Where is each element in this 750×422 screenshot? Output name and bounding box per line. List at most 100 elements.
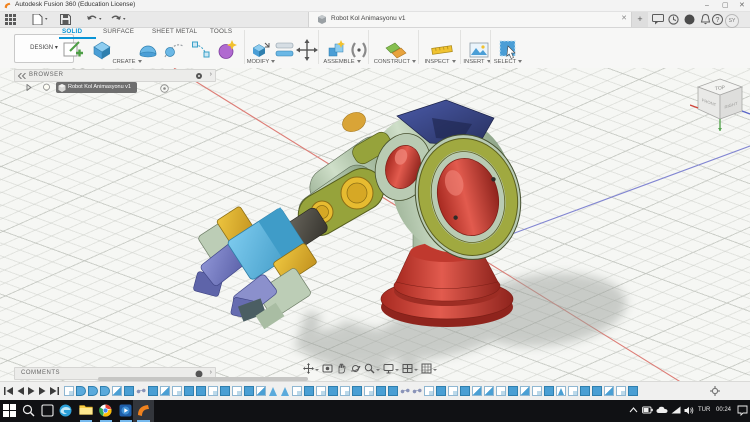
browser-root-item[interactable]: Robot Kol Animasyonu v1	[56, 82, 137, 93]
timeline-feature-loft[interactable]	[520, 385, 530, 396]
tab-surface[interactable]: SURFACE	[103, 28, 134, 35]
timeline-feature-loft[interactable]	[160, 385, 170, 396]
maximize-button[interactable]: ▢	[722, 1, 729, 10]
viewport-canvas[interactable]: TOP FRONT RIGHT	[0, 68, 750, 381]
language-indicator[interactable]: TUR	[698, 407, 710, 413]
shell-icon[interactable]	[274, 39, 296, 61]
new-file-icon[interactable]	[32, 14, 48, 25]
timeline-feature-extrude[interactable]	[184, 385, 194, 396]
revolve-icon[interactable]	[136, 39, 160, 61]
timeline-feature-sketch[interactable]	[340, 385, 350, 396]
zoom-icon[interactable]	[364, 361, 380, 379]
timeline-feature-tri[interactable]	[280, 386, 290, 396]
insert-image-icon[interactable]	[468, 39, 490, 61]
save-icon[interactable]	[60, 14, 71, 25]
timeline-feature-extrude[interactable]	[460, 385, 470, 396]
timeline-feature-loft[interactable]	[484, 385, 494, 396]
construct-plane-icon[interactable]	[384, 39, 408, 61]
action-center-icon[interactable]	[737, 405, 748, 416]
apps-grid-icon[interactable]	[5, 14, 16, 25]
timeline-feature-loft[interactable]	[472, 385, 482, 396]
new-component-icon[interactable]	[326, 39, 348, 61]
move-icon[interactable]	[296, 39, 318, 61]
timeline-feature-extrude[interactable]	[508, 385, 518, 396]
timeline-feature-extrude[interactable]	[352, 385, 362, 396]
chrome-icon[interactable]	[99, 404, 112, 417]
clock[interactable]: 00:24	[716, 407, 731, 413]
timeline-feature-joint[interactable]	[136, 385, 146, 396]
timeline-feature-tri[interactable]	[268, 386, 278, 396]
media-player-icon[interactable]	[119, 404, 132, 417]
timeline-feature-sketch[interactable]	[616, 385, 626, 396]
group-modify[interactable]: MODIFY	[226, 59, 296, 65]
timeline-feature-extrude[interactable]	[196, 385, 206, 396]
robot-arm-model[interactable]	[0, 68, 750, 381]
help-icon[interactable]: ?	[712, 14, 723, 25]
timeline-feature-extrude[interactable]	[244, 385, 254, 396]
tab-tools[interactable]: TOOLS	[210, 28, 232, 35]
pipe-icon[interactable]	[190, 39, 212, 61]
timeline-features[interactable]	[64, 385, 638, 396]
expand-node-icon[interactable]	[26, 83, 32, 92]
chevron-up-icon[interactable]	[629, 407, 638, 413]
search-icon[interactable]	[22, 404, 35, 417]
viewports-icon[interactable]	[402, 361, 418, 379]
timeline-feature-sketch[interactable]	[64, 385, 74, 396]
close-button[interactable]: ✕	[739, 1, 745, 10]
feedback-icon[interactable]	[652, 14, 664, 25]
timeline-feature-loft[interactable]	[112, 385, 122, 396]
document-tab[interactable]: Robot Kol Animasyonu v1 ✕	[308, 12, 632, 27]
close-tab-icon[interactable]: ✕	[621, 14, 627, 22]
timeline-feature-revolve[interactable]	[100, 385, 110, 396]
timeline-feature-sketch[interactable]	[232, 385, 242, 396]
edge-icon[interactable]	[59, 404, 72, 417]
timeline-playback-controls[interactable]	[4, 386, 60, 396]
timeline-feature-sketch[interactable]	[172, 385, 182, 396]
expand-panel-icon[interactable]: ›	[210, 71, 212, 78]
tab-solid[interactable]: SOLID	[62, 28, 82, 35]
joint-icon[interactable]	[348, 39, 370, 61]
sweep-icon[interactable]	[162, 39, 186, 61]
fit-view-icon[interactable]	[322, 361, 333, 379]
bell-icon[interactable]	[700, 14, 711, 25]
file-explorer-icon[interactable]	[79, 404, 93, 416]
radio-marker-icon[interactable]	[160, 84, 169, 93]
timeline-feature-extrude[interactable]	[220, 385, 230, 396]
timeline-feature-sketch[interactable]	[364, 385, 374, 396]
gear-icon[interactable]	[195, 72, 203, 80]
timeline-feature-extrude[interactable]	[124, 385, 134, 396]
orbit-icon[interactable]	[350, 361, 361, 379]
collapse-panel-icon[interactable]	[18, 72, 26, 79]
network-icon[interactable]	[671, 406, 681, 414]
timeline-feature-sketch[interactable]	[424, 385, 434, 396]
new-tab-button[interactable]: +	[632, 12, 648, 27]
create-sketch-icon[interactable]	[62, 39, 84, 61]
view-cube[interactable]: TOP FRONT RIGHT	[690, 73, 750, 135]
cloud-icon[interactable]	[656, 406, 668, 414]
display-settings-icon[interactable]	[383, 361, 399, 379]
task-view-icon[interactable]	[41, 404, 54, 417]
select-icon[interactable]	[498, 39, 520, 61]
hand-pan-icon[interactable]	[336, 361, 347, 379]
redo-icon[interactable]	[110, 14, 126, 25]
timeline-feature-revolve[interactable]	[76, 385, 86, 396]
timeline-feature-extrude[interactable]	[544, 385, 554, 396]
timeline-feature-joint[interactable]	[412, 385, 422, 396]
minimize-button[interactable]: –	[705, 1, 709, 10]
notification-dot-icon[interactable]	[684, 14, 695, 25]
undo-icon[interactable]	[86, 14, 102, 25]
group-select[interactable]: SELECT	[473, 59, 543, 65]
grid-settings-icon[interactable]	[421, 361, 437, 379]
timeline-feature-extrude[interactable]	[376, 385, 386, 396]
battery-icon[interactable]	[642, 406, 653, 414]
timeline-feature-extrude[interactable]	[436, 385, 446, 396]
fusion-360-icon[interactable]	[137, 404, 150, 417]
timeline-feature-extrude[interactable]	[304, 385, 314, 396]
timeline-feature-sketch[interactable]	[568, 385, 578, 396]
group-create[interactable]: CREATE	[92, 59, 162, 65]
volume-icon[interactable]	[684, 406, 694, 415]
press-pull-icon[interactable]	[250, 39, 272, 61]
timeline-feature-extrude[interactable]	[148, 385, 158, 396]
timeline-feature-sketch[interactable]	[316, 385, 326, 396]
visibility-bulb-icon[interactable]	[42, 83, 51, 92]
